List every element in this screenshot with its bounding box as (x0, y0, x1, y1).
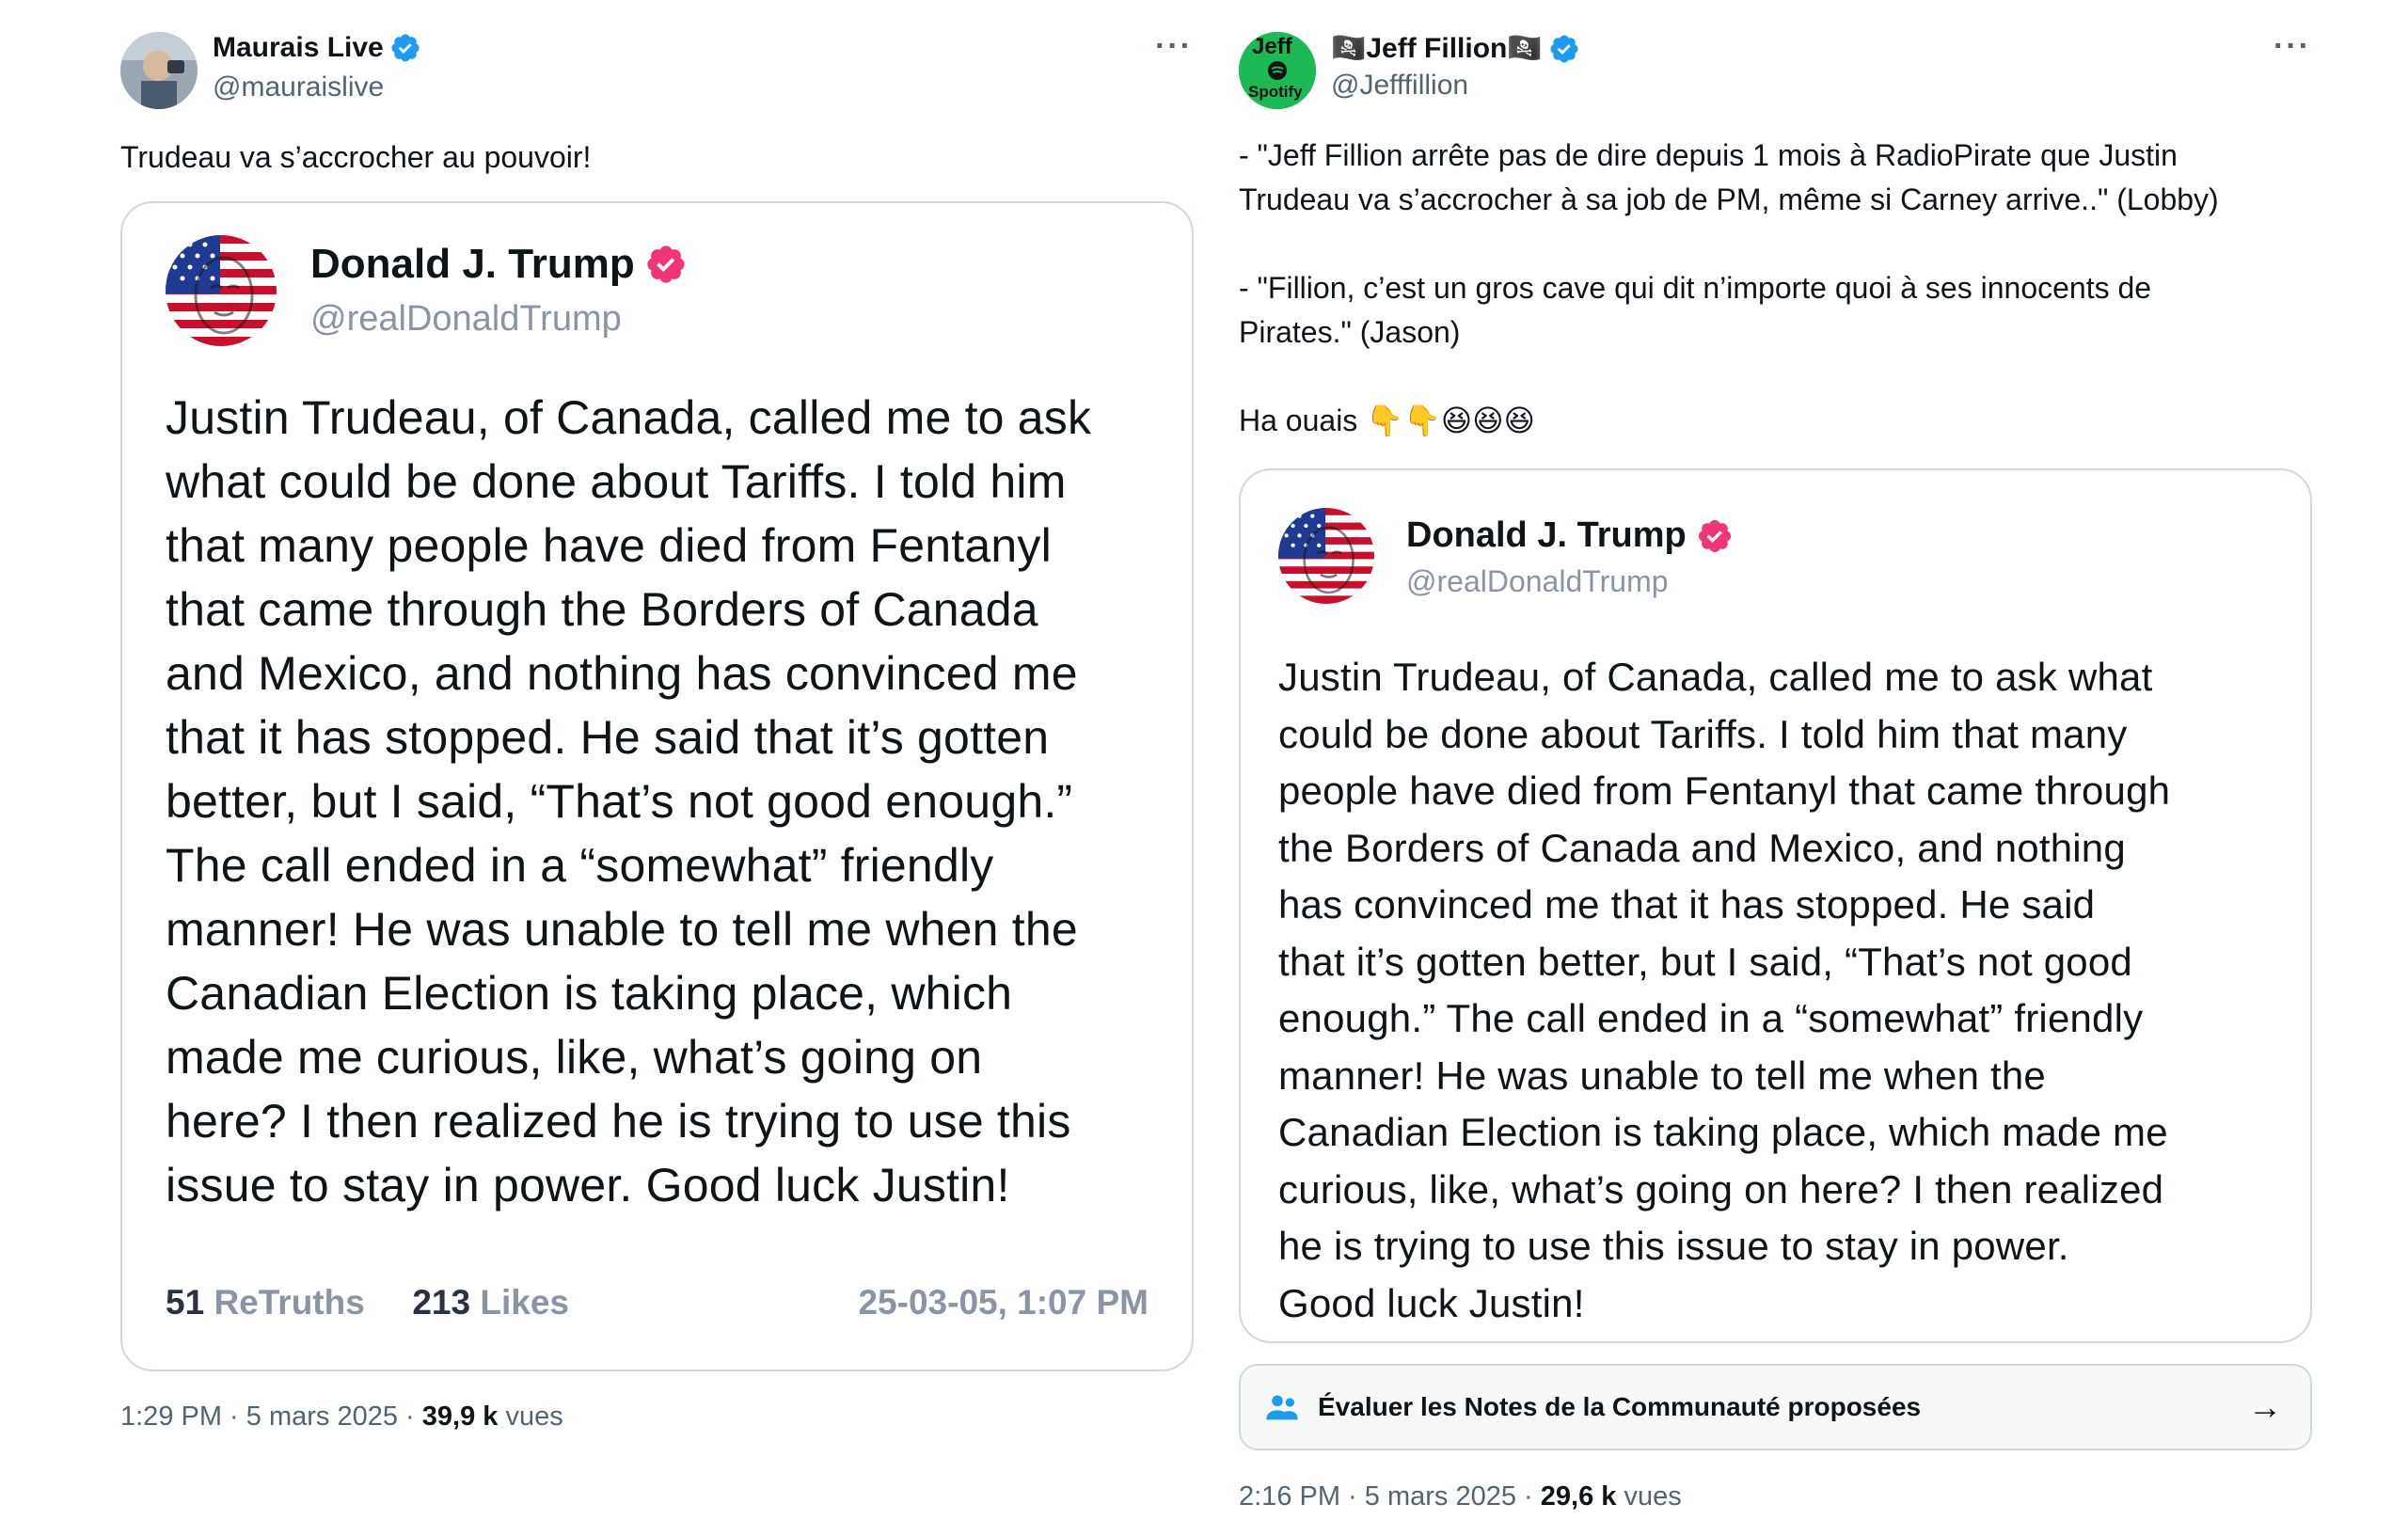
tweet-line: - "Jeff Fillion arrête pas de dire depui… (1239, 138, 2178, 172)
avatar-jeff-fillion[interactable]: Jeff Spotify (1239, 32, 1316, 109)
quote-line: enough.” The call ended in a “somewhat” … (1278, 996, 2144, 1040)
tweet-line: Trudeau va s’accrocher à sa job de PM, m… (1239, 182, 2219, 216)
views-label: vues (498, 1401, 563, 1432)
quote-line: The call ended in a “somewhat” friendly (166, 839, 994, 892)
author-name[interactable]: Maurais Live (213, 32, 384, 64)
tweet-meta: 1:29 PM · 5 mars 2025 · 39,9 k vues (120, 1401, 563, 1433)
quote-line: that came through the Borders of Canada (166, 583, 1038, 636)
quote-line: better, but I said, “That’s not good eno… (166, 775, 1073, 828)
more-options-button[interactable]: ··· (2273, 28, 2311, 65)
people-icon (1266, 1395, 1298, 1420)
quote-line: Canadian Election is taking place, which… (1278, 1110, 2168, 1154)
tweet-line: - "Fillion, c’est un gros cave qui dit n… (1239, 271, 2152, 305)
quote-author-name[interactable]: Donald J. Trump (1406, 515, 1687, 556)
quoted-post-card[interactable]: Donald J. Trump @realDonaldTrump Justin … (120, 201, 1194, 1371)
quote-line: issue to stay in power. Good luck Justin… (166, 1159, 1010, 1211)
quote-line: made me curious, like, what’s going on (166, 1031, 983, 1084)
quote-line: here? I then realized he is trying to us… (166, 1095, 1071, 1148)
post-time[interactable]: 1:29 PM · 5 mars 2025 · (120, 1401, 422, 1432)
likes-label: Likes (480, 1283, 569, 1322)
author-name-row[interactable]: Maurais Live (213, 32, 421, 64)
post-time[interactable]: 2:16 PM · 5 mars 2025 · (1239, 1481, 1541, 1512)
author-name[interactable]: 🏴‍☠️Jeff Fillion🏴‍☠️ (1331, 32, 1543, 65)
tweet-text: - "Jeff Fillion arrête pas de dire depui… (1239, 134, 2219, 443)
quote-line: Canadian Election is taking place, which (166, 967, 1013, 1020)
quote-author-handle[interactable]: @realDonaldTrump (1406, 564, 1669, 599)
quote-line: Justin Trudeau, of Canada, called me to … (1278, 655, 2153, 699)
quote-stats: 51 ReTruths 213 Likes (166, 1283, 569, 1322)
arrow-right-icon: → (2248, 1387, 2282, 1426)
likes-count: 213 (412, 1283, 471, 1322)
retruths-label: ReTruths (214, 1283, 365, 1322)
retruths-count: 51 (166, 1283, 205, 1322)
quote-line: Justin Trudeau, of Canada, called me to … (166, 391, 1092, 444)
quote-author-handle[interactable]: @realDonaldTrump (310, 299, 622, 340)
tweet-line-blank (1239, 222, 2219, 266)
quote-line: manner! He was unable to tell me when th… (166, 903, 1078, 956)
quote-line: he is trying to use this issue to stay i… (1278, 1224, 2069, 1268)
verified-badge-icon (391, 34, 420, 62)
quote-line: could be done about Tariffs. I told him … (1278, 711, 2128, 756)
avatar-sublabel: Spotify (1248, 83, 1303, 101)
quote-line: the Borders of Canada and Mexico, and no… (1278, 825, 2126, 870)
quote-avatar-trump[interactable] (166, 235, 277, 346)
quote-author-name-row[interactable]: Donald J. Trump (1406, 515, 1734, 556)
views-count: 39,9 k (421, 1401, 499, 1432)
quote-author-name[interactable]: Donald J. Trump (310, 241, 635, 288)
quote-line: manner! He was unable to tell me when th… (1278, 1053, 2046, 1098)
community-notes-button[interactable]: Évaluer les Notes de la Communauté propo… (1239, 1364, 2312, 1450)
more-options-button[interactable]: ··· (1155, 28, 1193, 65)
author-handle[interactable]: @Jefffillion (1331, 70, 1468, 102)
verified-badge-icon (1550, 34, 1578, 63)
community-notes-label: Évaluer les Notes de la Communauté propo… (1318, 1392, 1922, 1421)
tweet-line: Pirates." (Jason) (1239, 315, 1461, 349)
quote-line: has convinced me that it has stopped. He… (1278, 882, 2096, 926)
quote-line: people have died from Fentanyl that came… (1278, 768, 2171, 813)
quote-line: what could be done about Tariffs. I told… (166, 455, 1067, 508)
quoted-post-card[interactable]: Donald J. Trump @realDonaldTrump Justin … (1239, 468, 2312, 1343)
avatar-maurais-live[interactable] (120, 32, 198, 109)
tweet-meta: 2:16 PM · 5 mars 2025 · 29,6 k vues (1239, 1481, 1682, 1512)
quote-line: Good luck Justin! (1278, 1280, 1585, 1325)
verified-badge-icon (1698, 519, 1731, 552)
flag-face-avatar-icon (166, 235, 277, 346)
quote-body-text: Justin Trudeau, of Canada, called me to … (1278, 649, 2170, 1332)
author-handle[interactable]: @mauraislive (213, 71, 384, 103)
flag-face-avatar-icon (1278, 508, 1374, 604)
quote-line: and Mexico, and nothing has convinced me (166, 647, 1078, 700)
quote-author-name-row[interactable]: Donald J. Trump (310, 241, 688, 288)
tweet-text: Trudeau va s’accrocher au pouvoir! (120, 140, 592, 174)
avatar-label: Jeff (1252, 34, 1292, 59)
tweet-line-blank (1239, 355, 2219, 399)
author-name-row[interactable]: 🏴‍☠️Jeff Fillion🏴‍☠️ (1331, 32, 1580, 65)
tweet-line: Ha ouais 👇👇😆😆😆 (1239, 404, 1535, 437)
quote-body-text: Justin Trudeau, of Canada, called me to … (166, 386, 1091, 1217)
views-count: 29,6 k (1540, 1481, 1617, 1512)
quote-line: that it’s gotten better, but I said, “Th… (1278, 939, 2132, 984)
verified-badge-icon (647, 245, 685, 283)
quote-timestamp: 25-03-05, 1:07 PM (858, 1283, 1149, 1322)
quote-line: that many people have died from Fentanyl (166, 519, 1052, 572)
views-label: vues (1616, 1481, 1682, 1512)
quote-avatar-trump[interactable] (1278, 508, 1374, 604)
quote-line: that it has stopped. He said that it’s g… (166, 711, 1050, 764)
quote-line: curious, like, what’s going on here? I t… (1278, 1166, 2164, 1211)
